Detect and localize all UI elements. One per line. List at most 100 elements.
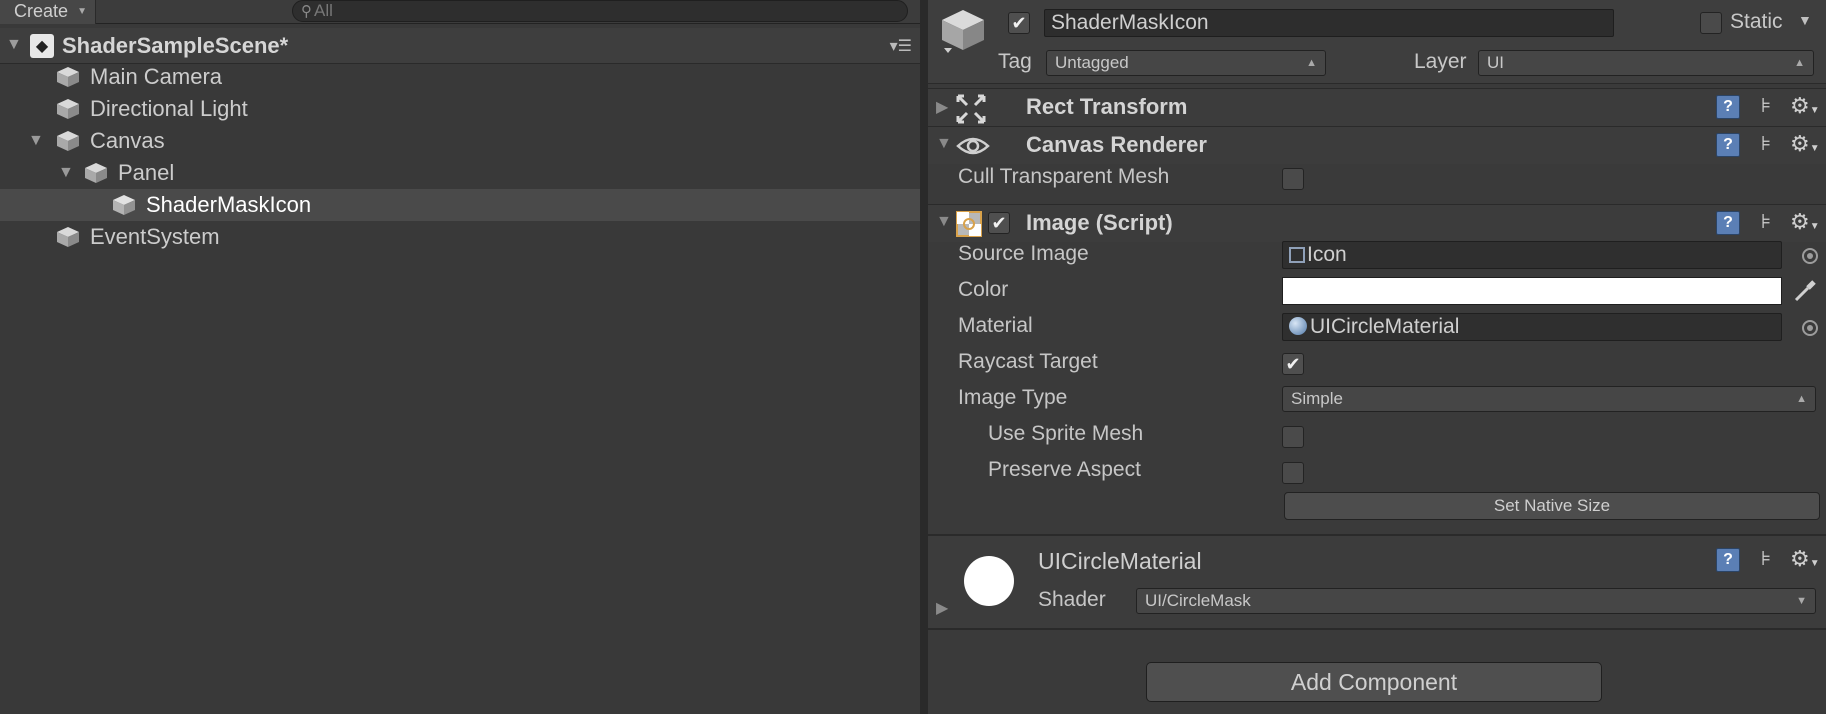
preset-icon[interactable]: ⊧ <box>1754 211 1778 235</box>
preset-icon[interactable]: ⊧ <box>1754 548 1778 572</box>
chevron-down-icon: ▼ <box>1796 595 1807 607</box>
fold-down-icon[interactable]: ▼ <box>936 135 952 153</box>
eyedropper-icon[interactable] <box>1792 278 1818 304</box>
component-actions: ? ⊧ ⚙▼ <box>1716 211 1826 237</box>
preset-icon[interactable]: ⊧ <box>1754 133 1778 157</box>
static-dropdown-icon[interactable]: ▼ <box>1798 12 1812 28</box>
panel-divider[interactable] <box>920 0 928 714</box>
gameobject-cube-icon <box>113 195 135 215</box>
hierarchy-item-label: Main Camera <box>90 64 223 89</box>
search-placeholder: All <box>314 1 333 20</box>
material-preview-icon <box>964 556 1014 606</box>
hierarchy-item-canvas[interactable]: ▼ Canvas <box>0 125 920 157</box>
image-script-header[interactable]: ▼ ✔ Image (Script) ? ⊧ ⚙▼ <box>928 204 1826 242</box>
scene-name: ShaderSampleScene* <box>62 33 289 58</box>
hierarchy-item-label: Canvas <box>90 128 165 153</box>
preset-icon[interactable]: ⊧ <box>1754 95 1778 119</box>
color-field[interactable] <box>1282 277 1782 305</box>
add-component-button[interactable]: Add Component <box>1146 662 1602 702</box>
hierarchy-panel: Create ▼ ⚲ All ▼ ◆ ShaderSampleScene* ▾☰ … <box>0 0 920 714</box>
rect-transform-title: Rect Transform <box>1026 94 1188 119</box>
help-icon[interactable]: ? <box>1716 211 1740 235</box>
hierarchy-item-label: Directional Light <box>90 96 248 121</box>
fold-down-icon[interactable]: ▼ <box>28 125 44 157</box>
hierarchy-item-panel[interactable]: ▼ Panel <box>0 157 920 189</box>
gameobject-cube-icon <box>57 67 79 87</box>
tag-dropdown[interactable]: Untagged ▲ <box>1046 50 1326 76</box>
hierarchy-item-eventsystem[interactable]: EventSystem <box>0 221 920 253</box>
material-field[interactable]: UICircleMaterial <box>1282 313 1782 341</box>
set-native-size-button[interactable]: Set Native Size <box>1284 492 1820 520</box>
canvas-renderer-header[interactable]: ▼ Canvas Renderer ? ⊧ ⚙▼ <box>928 126 1826 164</box>
tag-value: Untagged <box>1055 53 1129 72</box>
fold-down-icon[interactable]: ▼ <box>6 36 22 54</box>
material-sphere-icon <box>1289 317 1307 335</box>
sprite-icon <box>1289 247 1305 263</box>
eye-icon <box>956 137 990 155</box>
color-label: Color <box>958 278 1009 301</box>
gameobject-cube-icon <box>85 163 107 183</box>
material-section: ▶ UICircleMaterial Shader UI/CircleMask … <box>928 534 1826 630</box>
image-type-dropdown[interactable]: Simple ▲ <box>1282 386 1816 412</box>
fold-down-icon[interactable]: ▼ <box>936 213 952 231</box>
hierarchy-item-shadermaskicon[interactable]: ShaderMaskIcon <box>0 189 920 221</box>
tag-label: Tag <box>998 50 1032 73</box>
image-script-title: Image (Script) <box>1026 210 1173 235</box>
gameobject-cube-icon <box>57 99 79 119</box>
object-name-value: ShaderMaskIcon <box>1051 11 1209 34</box>
hierarchy-item-main-camera[interactable]: Main Camera <box>0 61 920 93</box>
fold-right-icon[interactable]: ▶ <box>936 598 948 618</box>
gear-icon[interactable]: ⚙▼ <box>1790 211 1820 235</box>
preserve-aspect-checkbox[interactable] <box>1282 462 1304 484</box>
shader-dropdown[interactable]: UI/CircleMask ▼ <box>1136 588 1816 614</box>
fold-down-icon[interactable]: ▼ <box>58 157 74 189</box>
raycast-target-label: Raycast Target <box>958 350 1098 373</box>
static-label: Static <box>1730 10 1783 33</box>
object-picker-icon[interactable] <box>1802 320 1818 336</box>
gear-icon[interactable]: ⚙▼ <box>1790 548 1820 572</box>
preserve-aspect-label: Preserve Aspect <box>988 458 1141 481</box>
use-sprite-mesh-checkbox[interactable] <box>1282 426 1304 448</box>
cull-transparent-mesh-checkbox[interactable] <box>1282 168 1304 190</box>
use-sprite-mesh-label: Use Sprite Mesh <box>988 422 1144 445</box>
scene-header[interactable]: ▼ ◆ ShaderSampleScene* ▾☰ <box>0 28 920 64</box>
gameobject-cube-icon <box>57 131 79 151</box>
material-actions: ? ⊧ ⚙▼ <box>1716 548 1826 574</box>
help-icon[interactable]: ? <box>1716 548 1740 572</box>
cull-transparent-mesh-label: Cull Transparent Mesh <box>958 165 1170 188</box>
create-label: Create <box>14 1 69 21</box>
source-image-field[interactable]: Icon <box>1282 241 1782 269</box>
gear-icon[interactable]: ⚙▼ <box>1790 133 1820 157</box>
shader-label: Shader <box>1038 588 1106 611</box>
raycast-target-checkbox[interactable]: ✔ <box>1282 353 1304 375</box>
object-name-field[interactable]: ShaderMaskIcon <box>1044 9 1614 37</box>
gameobject-cube-icon <box>57 227 79 247</box>
static-checkbox[interactable] <box>1700 12 1722 34</box>
fold-right-icon[interactable]: ▶ <box>936 97 948 117</box>
help-icon[interactable]: ? <box>1716 133 1740 157</box>
image-enabled-checkbox[interactable]: ✔ <box>988 212 1010 234</box>
material-label: Material <box>958 314 1033 337</box>
scene-menu-icon[interactable]: ▾☰ <box>890 36 912 56</box>
updown-arrows-icon: ▲ <box>1794 57 1805 69</box>
object-picker-icon[interactable] <box>1802 248 1818 264</box>
active-checkbox[interactable]: ✔ <box>1008 12 1030 34</box>
hierarchy-item-label: ShaderMaskIcon <box>146 192 312 217</box>
image-component-icon <box>956 211 982 237</box>
hierarchy-item-label: EventSystem <box>90 224 220 249</box>
hierarchy-toolbar: Create ▼ ⚲ All <box>0 0 920 24</box>
help-icon[interactable]: ? <box>1716 95 1740 119</box>
hierarchy-item-directional-light[interactable]: Directional Light <box>0 93 920 125</box>
layer-dropdown[interactable]: UI ▲ <box>1478 50 1814 76</box>
source-image-label: Source Image <box>958 242 1089 265</box>
search-input[interactable]: ⚲ All <box>292 0 908 22</box>
hierarchy-item-label: Panel <box>118 160 175 185</box>
rect-transform-icon <box>956 94 986 124</box>
gear-icon[interactable]: ⚙▼ <box>1790 95 1820 119</box>
gameobject-cube-icon[interactable] <box>940 8 986 54</box>
gameobject-header: ✔ ShaderMaskIcon Static ▼ Tag Untagged ▲… <box>928 0 1826 84</box>
rect-transform-header[interactable]: ▶ Rect Transform ? ⊧ ⚙▼ <box>928 88 1826 126</box>
inspector-panel: ✔ ShaderMaskIcon Static ▼ Tag Untagged ▲… <box>928 0 1826 714</box>
material-value: UICircleMaterial <box>1310 315 1460 338</box>
create-button[interactable]: Create ▼ <box>0 0 96 24</box>
